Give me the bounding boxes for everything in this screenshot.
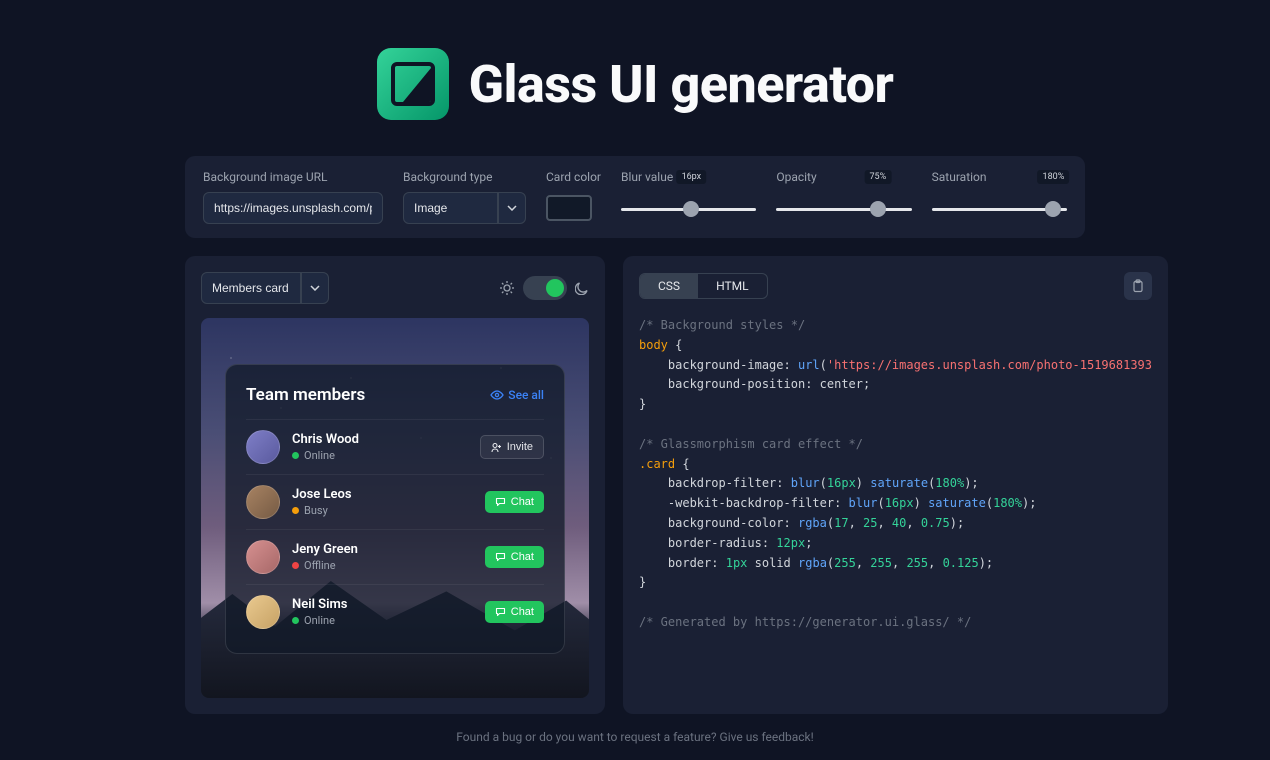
member-status: Offline — [292, 559, 473, 572]
glass-card: Team members See all Chris Wood Online Inv… — [225, 364, 565, 654]
saturation-slider[interactable]: 180% — [932, 192, 1067, 211]
status-dot-icon — [292, 617, 299, 624]
member-status: Online — [292, 449, 468, 462]
preview-panel: Team members See all Chris Wood Online Inv… — [185, 256, 605, 714]
status-dot-icon — [292, 452, 299, 459]
code-panel: CSS HTML /* Background styles */ body { … — [623, 256, 1168, 714]
member-row: Jose Leos Busy Chat — [246, 474, 544, 529]
see-all-link[interactable]: See all — [490, 388, 544, 402]
chat-button[interactable]: Chat — [485, 546, 544, 568]
bg-url-label: Background image URL — [203, 170, 383, 184]
tab-css[interactable]: CSS — [640, 274, 698, 298]
chat-button[interactable]: Chat — [485, 601, 544, 623]
eye-icon — [490, 390, 504, 400]
avatar — [246, 595, 280, 629]
chat-icon — [495, 607, 506, 617]
blur-slider[interactable]: 16px — [621, 192, 756, 211]
preview-type-select[interactable] — [201, 272, 301, 304]
member-name: Jeny Green — [292, 542, 473, 557]
opacity-slider[interactable]: 75% — [776, 192, 911, 211]
member-name: Chris Wood — [292, 432, 468, 447]
footer-text[interactable]: Found a bug or do you want to request a … — [185, 730, 1085, 744]
member-status: Online — [292, 614, 473, 627]
moon-icon — [575, 281, 589, 295]
sun-icon — [499, 280, 515, 296]
chat-button[interactable]: Chat — [485, 491, 544, 513]
card-title: Team members — [246, 385, 365, 405]
bg-url-input[interactable] — [203, 192, 383, 224]
clipboard-icon — [1131, 279, 1145, 293]
status-dot-icon — [292, 507, 299, 514]
header: Glass UI generator — [0, 0, 1270, 156]
code-block[interactable]: /* Background styles */ body { backgroun… — [639, 316, 1152, 633]
member-status: Busy — [292, 504, 473, 517]
app-logo — [377, 48, 449, 120]
chevron-down-icon[interactable] — [498, 192, 526, 224]
copy-button[interactable] — [1124, 272, 1152, 300]
opacity-badge: 75% — [864, 170, 891, 184]
member-row: Neil Sims Online Chat — [246, 584, 544, 639]
bg-type-select[interactable] — [403, 192, 498, 224]
avatar — [246, 430, 280, 464]
invite-button[interactable]: Invite — [480, 435, 544, 459]
tab-html[interactable]: HTML — [698, 274, 767, 298]
see-all-label: See all — [508, 388, 544, 402]
status-dot-icon — [292, 562, 299, 569]
theme-toggle[interactable] — [523, 276, 567, 300]
member-name: Jose Leos — [292, 487, 473, 502]
blur-badge: 16px — [677, 170, 707, 184]
chevron-down-icon[interactable] — [301, 272, 329, 304]
avatar — [246, 540, 280, 574]
controls-panel: Background image URL Background type Car… — [185, 156, 1085, 238]
app-title: Glass UI generator — [469, 54, 894, 115]
member-row: Jeny Green Offline Chat — [246, 529, 544, 584]
member-name: Neil Sims — [292, 597, 473, 612]
opacity-label: Opacity — [776, 170, 911, 184]
card-color-swatch[interactable] — [546, 195, 592, 221]
avatar — [246, 485, 280, 519]
code-tabs: CSS HTML — [639, 273, 768, 299]
bg-type-label: Background type — [403, 170, 526, 184]
card-color-label: Card color — [546, 170, 601, 184]
user-plus-icon — [491, 442, 502, 453]
chat-icon — [495, 552, 506, 562]
preview-background: Team members See all Chris Wood Online Inv… — [201, 318, 589, 698]
chat-icon — [495, 497, 506, 507]
member-row: Chris Wood Online Invite — [246, 419, 544, 474]
saturation-badge: 180% — [1038, 170, 1070, 184]
